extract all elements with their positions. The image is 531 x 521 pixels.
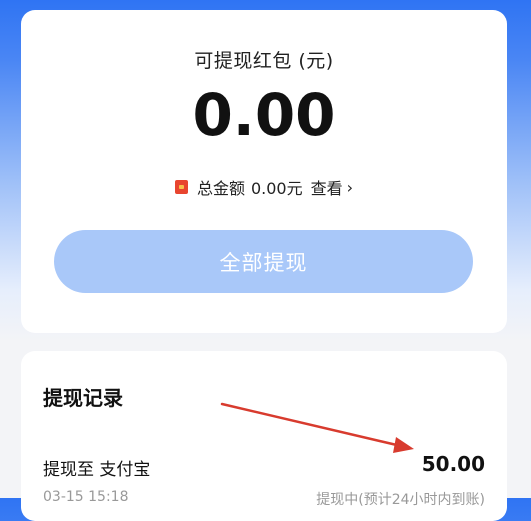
view-details-link[interactable]: 查看 [311,175,343,199]
record-time: 03-15 15:18 [43,489,129,505]
withdraw-all-button[interactable]: 全部提现 [54,230,473,293]
chevron-right-icon[interactable]: › [347,178,353,197]
total-amount-value: 0.00元 [250,179,303,198]
record-destination: 提现至 支付宝 [43,460,151,480]
red-packet-icon [174,180,188,194]
record-amount: 50.00 [421,452,485,476]
withdrawable-amount: 0.00 [192,81,336,149]
withdraw-records-card: 提现记录 提现至 支付宝 50.00 03-15 15:18 提现中(预计24小… [21,351,507,521]
balance-card: 可提现红包 (元) 0.00 总金额 0.00元 查看 › 全部提现 [21,10,507,333]
record-status: 提现中(预计24小时内到账) [316,492,485,508]
total-amount-row[interactable]: 总金额 0.00元 查看 › [21,175,507,199]
records-title: 提现记录 [43,386,123,410]
total-amount-label: 总金额 [196,179,245,198]
withdrawable-label: 可提现红包 (元) [194,50,334,72]
